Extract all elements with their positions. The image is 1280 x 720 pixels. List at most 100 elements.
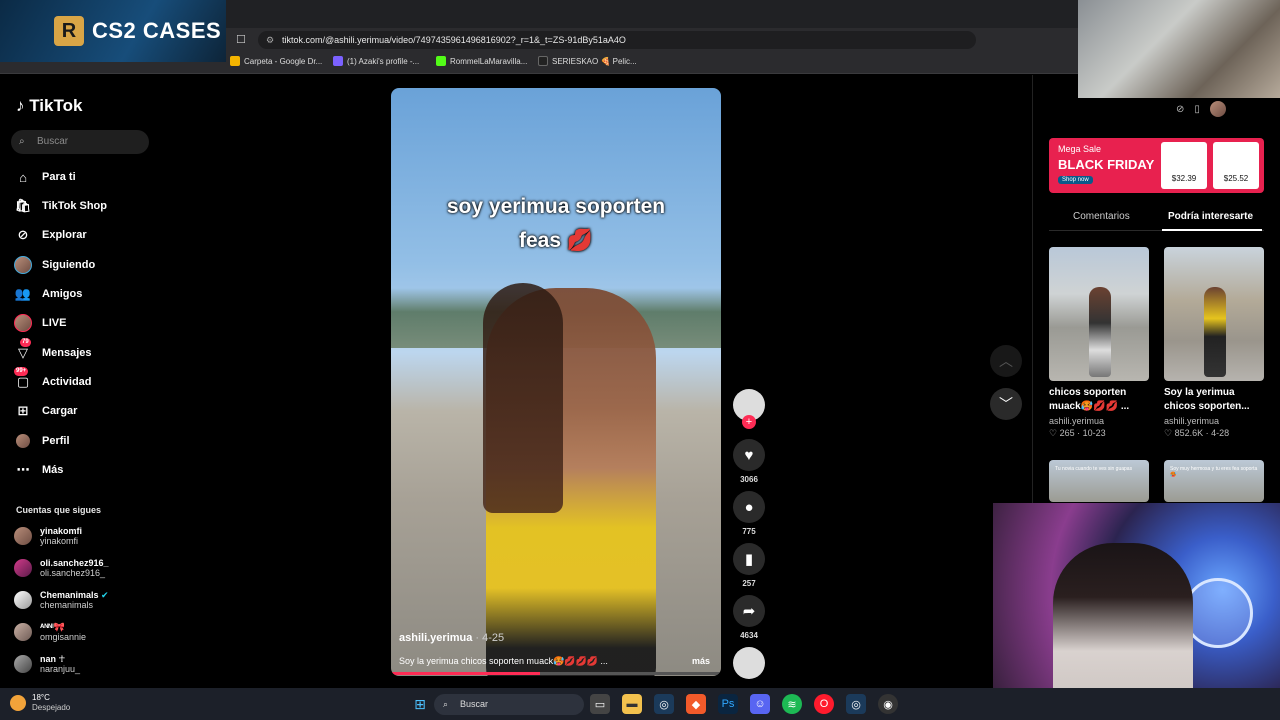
drive-icon <box>230 56 240 66</box>
tiktok-logo[interactable]: ♪ TikTok <box>16 96 82 116</box>
explore-icon[interactable]: ⊘ <box>1176 104 1184 115</box>
site-info-icon[interactable]: ⚙ <box>266 31 274 49</box>
shop-icon: 🛍 <box>14 198 32 213</box>
nav-perfil[interactable]: Perfil <box>14 430 70 452</box>
more-icon: ⋯ <box>16 462 30 477</box>
user-avatar[interactable] <box>1209 101 1226 117</box>
previous-video-button[interactable]: ︿ <box>990 345 1022 377</box>
url-text: tiktok.com/@ashili.yerimua/video/7497435… <box>282 35 626 45</box>
video-caption: soy yerimua soporten feas 💋 <box>446 195 666 252</box>
sound-disc[interactable] <box>733 647 765 679</box>
comment-icon[interactable]: ● <box>733 491 765 523</box>
video-thumbnail[interactable] <box>1164 247 1264 381</box>
creator-avatar-button[interactable]: + <box>733 389 765 429</box>
music-disc-icon[interactable] <box>733 647 765 679</box>
recommended-video-card[interactable]: chicos soporten muack🥵💋💋 ... ashili.yeri… <box>1049 247 1149 439</box>
home-icon: ⌂ <box>19 169 27 185</box>
recommended-video-card[interactable]: Tu novia cuando te ves sin guapas <box>1049 460 1149 502</box>
tab-podria-interesarte[interactable]: Podría interesarte <box>1168 211 1253 222</box>
tab-comentarios[interactable]: Comentarios <box>1073 211 1130 222</box>
ad-banner[interactable]: Mega Sale BLACK FRIDAY Shop now $32.39 $… <box>1049 138 1264 193</box>
search-icon: ⌕ <box>443 699 449 709</box>
video-progress-fill <box>391 672 540 675</box>
like-action[interactable]: ♥ 3066 <box>733 439 765 484</box>
weather-widget[interactable]: 18°C Despejado <box>10 693 70 713</box>
nav-live[interactable]: LIVE <box>14 312 66 334</box>
taskbar-search[interactable]: ⌕ Buscar <box>434 694 584 715</box>
verified-icon: ✔ <box>101 590 109 600</box>
activity-icon: ▢ 99+ <box>14 367 30 389</box>
taskbar-apps: ▭ ▬ ◎ ◆ Ps ☺ ≋ O ◎ ◉ <box>590 694 898 714</box>
avatar <box>14 655 32 673</box>
following-account[interactable]: nan ☥ naranjuu_ <box>14 654 80 674</box>
search-icon: ⌕ <box>19 136 25 147</box>
series-icon <box>538 56 548 66</box>
next-video-button[interactable]: ﹀ <box>990 388 1022 420</box>
task-view-icon[interactable]: ▭ <box>590 694 610 714</box>
ad-product[interactable]: $25.52 <box>1213 142 1259 189</box>
save-action[interactable]: ▮ 257 <box>733 543 765 588</box>
opera-icon[interactable]: O <box>814 694 834 714</box>
video-author[interactable]: ashili.yerimua · 4-25 <box>399 632 504 644</box>
photoshop-icon[interactable]: Ps <box>718 694 738 714</box>
search-input[interactable]: ⌕ Buscar <box>11 130 149 154</box>
recommended-video-card[interactable]: Soy muy hermosa y tu eres fea soporta 🥵 <box>1164 460 1264 502</box>
ad-product[interactable]: $32.39 <box>1161 142 1207 189</box>
nav-actividad[interactable]: ▢ 99+ Actividad <box>14 367 92 393</box>
steam-icon[interactable]: ◎ <box>654 694 674 714</box>
activity-badge: 99+ <box>14 367 29 376</box>
heart-icon[interactable]: ♥ <box>733 439 765 471</box>
comment-count: 775 <box>742 527 756 536</box>
video-thumbnail[interactable]: Tu novia cuando te ves sin guapas <box>1049 460 1149 502</box>
bookmark-item[interactable]: RommelLaMaravilla... <box>436 56 527 66</box>
nav-cargar[interactable]: ⊞ Cargar <box>14 400 78 422</box>
nav-amigos[interactable]: 👥 Amigos <box>14 283 82 305</box>
windows-start-icon[interactable]: ⊞ <box>410 694 430 714</box>
following-account[interactable]: oli.sanchez916_ oli.sanchez916_ <box>14 558 109 578</box>
comment-action[interactable]: ● 775 <box>733 491 765 536</box>
obs-icon[interactable]: ◉ <box>878 694 898 714</box>
bookmark-item[interactable]: SERIESKAO 🍕 Pelic... <box>538 56 637 66</box>
nav-tiktok-shop[interactable]: 🛍 TikTok Shop <box>14 195 107 217</box>
nav-mas[interactable]: ⋯ Más <box>14 459 64 481</box>
address-bar[interactable]: ⚙ tiktok.com/@ashili.yerimua/video/74974… <box>258 31 976 49</box>
kick-icon <box>436 56 446 66</box>
brave-icon[interactable]: ◆ <box>686 694 706 714</box>
discord-icon[interactable]: ☺ <box>750 694 770 714</box>
following-avatar-icon <box>14 256 32 274</box>
nav-explorar[interactable]: ⊘ Explorar <box>14 224 87 246</box>
chevron-down-icon: ﹀ <box>999 396 1013 412</box>
video-more-link[interactable]: más <box>692 656 710 666</box>
steam-icon[interactable]: ◎ <box>846 694 866 714</box>
share-arrow-icon[interactable]: ➦ <box>733 595 765 627</box>
friends-icon: 👥 <box>14 286 32 301</box>
spotify-icon[interactable]: ≋ <box>782 694 802 714</box>
share-action[interactable]: ➦ 4634 <box>733 595 765 640</box>
bookmark-item[interactable]: Carpeta - Google Dr... <box>230 56 322 66</box>
right-panel-tabs: Comentarios Podría interesarte <box>1049 205 1264 231</box>
following-account[interactable]: ᴬᴺᴺᴵ🎀 omgisannie <box>14 622 86 642</box>
nav-para-ti[interactable]: ⌂ Para ti <box>14 166 76 188</box>
nav-siguiendo[interactable]: Siguiendo <box>14 254 95 276</box>
following-account[interactable]: Chemanimals ✔ chemanimals <box>14 590 109 610</box>
device-icon[interactable]: ▯ <box>1194 104 1200 115</box>
video-thumbnail[interactable] <box>1049 247 1149 381</box>
thumbnail-subject <box>1089 287 1111 377</box>
recommended-video-card[interactable]: Soy la yerimua chicos soporten... ashili… <box>1164 247 1264 439</box>
video-thumbnail[interactable]: Soy muy hermosa y tu eres fea soporta 🥵 <box>1164 460 1264 502</box>
file-explorer-icon[interactable]: ▬ <box>622 694 642 714</box>
follow-plus-icon[interactable]: + <box>742 415 756 429</box>
video-player[interactable]: soy yerimua soporten feas 💋 ashili.yerim… <box>391 88 721 676</box>
avatar <box>14 591 32 609</box>
nav-mensajes[interactable]: ▽ 79 Mensajes <box>14 338 92 364</box>
following-section-title: Cuentas que sigues <box>16 505 102 515</box>
bookmark-icon[interactable]: ▮ <box>733 543 765 575</box>
share-count: 4634 <box>740 631 758 640</box>
bookmark-star-icon[interactable]: ☐ <box>236 33 246 46</box>
thumbnail-subject <box>1204 287 1226 377</box>
cs2-title: CS2 CASES <box>92 18 222 43</box>
ad-shop-button[interactable]: Shop now <box>1058 176 1093 184</box>
video-progress-bar[interactable] <box>391 672 721 675</box>
following-account[interactable]: yinakomfi yinakomfi <box>14 526 82 546</box>
bookmark-item[interactable]: (1) Azaki's profile -... <box>333 56 419 66</box>
